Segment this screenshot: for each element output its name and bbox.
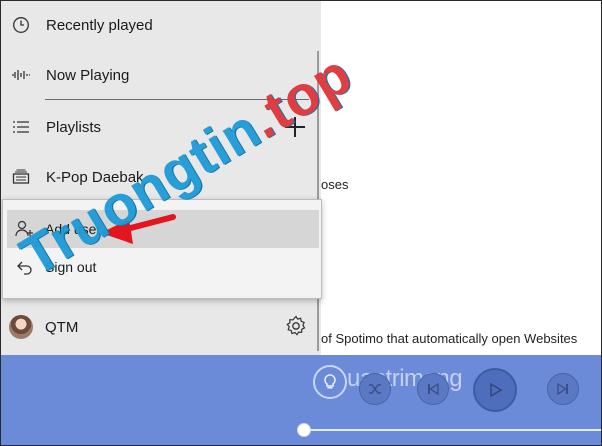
app-window: oses of Spotimo that automatically open … <box>0 0 602 446</box>
